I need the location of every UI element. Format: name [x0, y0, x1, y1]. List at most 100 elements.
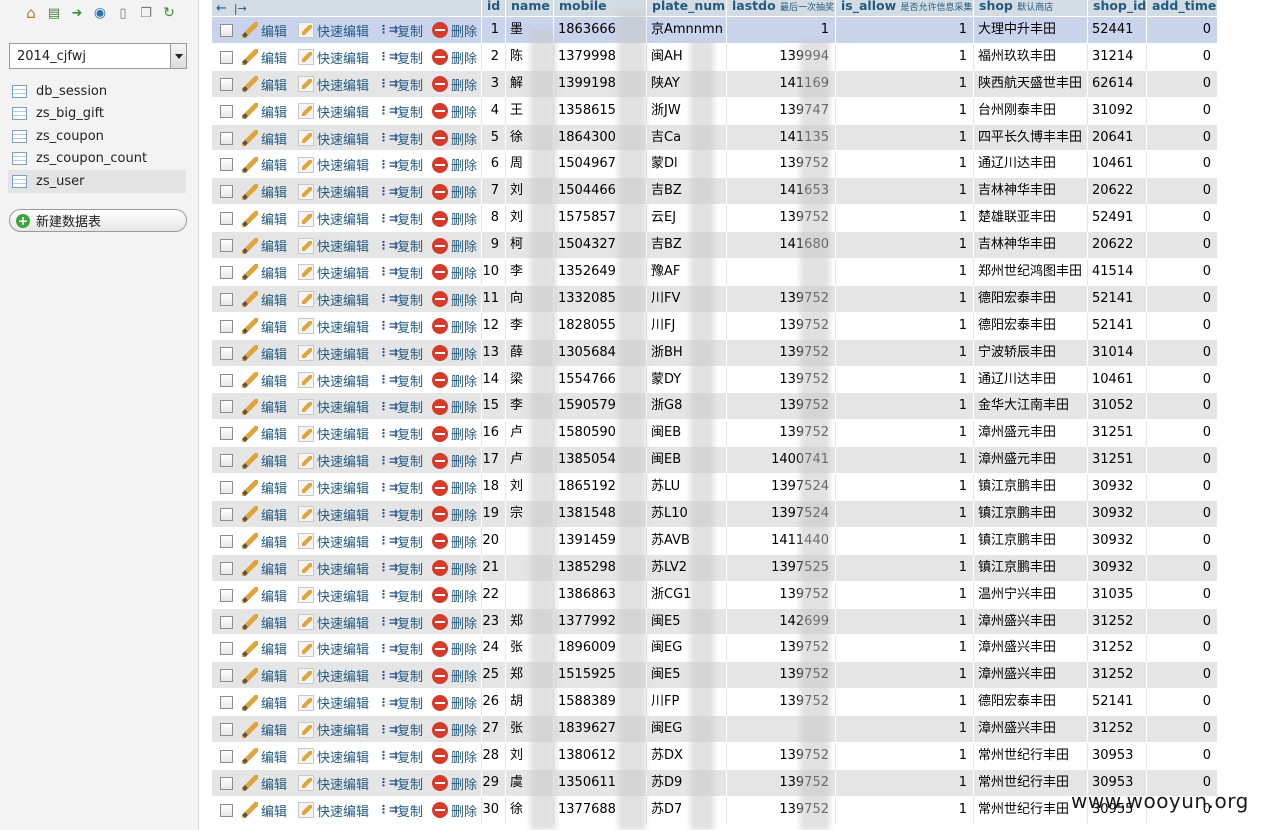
quick-edit-link[interactable]: 快速编辑	[298, 205, 369, 232]
copy-link[interactable]: ⋮⇉ 复制	[378, 393, 423, 420]
table-row[interactable]: 编辑 快速编辑 ⋮⇉ 复制 删除 21 1385298 苏LV2 1397525 1 镇江京鹏丰田 3…	[212, 554, 1217, 582]
copy-link[interactable]: ⋮⇉ 复制	[378, 286, 423, 313]
edit-link[interactable]: 编辑	[242, 689, 287, 716]
delete-link[interactable]: 删除	[432, 635, 477, 662]
table-row[interactable]: 编辑 快速编辑 ⋮⇉ 复制 删除 5 徐 1864300 吉Ca 141135 1 四平长久博丰丰田 2…	[212, 124, 1217, 152]
copy-link[interactable]: ⋮⇉ 复制	[378, 178, 423, 205]
quick-edit-link[interactable]: 快速编辑	[298, 743, 369, 770]
query-icon[interactable]: ◉	[91, 4, 109, 22]
table-item-zs-coupon[interactable]: zs_coupon	[8, 125, 186, 148]
copy-link[interactable]: ⋮⇉ 复制	[378, 98, 423, 125]
edit-link[interactable]: 编辑	[242, 582, 287, 609]
table-row[interactable]: 编辑 快速编辑 ⋮⇉ 复制 删除 2 陈 1379998 闽AH 139994 1 福州玖玖丰田 312…	[212, 43, 1217, 71]
copy-link[interactable]: ⋮⇉ 复制	[378, 420, 423, 447]
delete-link[interactable]: 删除	[432, 313, 477, 340]
copy-icon[interactable]: ❐	[137, 4, 155, 22]
delete-link[interactable]: 删除	[432, 125, 477, 152]
table-row[interactable]: 编辑 快速编辑 ⋮⇉ 复制 删除 12 李 1828055 川FJ 139752 1 德阳宏泰丰田 52…	[212, 312, 1217, 340]
copy-link[interactable]: ⋮⇉ 复制	[378, 609, 423, 636]
edit-link[interactable]: 编辑	[242, 232, 287, 259]
edit-link[interactable]: 编辑	[242, 98, 287, 125]
edit-link[interactable]: 编辑	[242, 501, 287, 528]
delete-link[interactable]: 删除	[432, 178, 477, 205]
delete-link[interactable]: 删除	[432, 555, 477, 582]
delete-link[interactable]: 删除	[432, 797, 477, 824]
edit-link[interactable]: 编辑	[242, 151, 287, 178]
quick-edit-link[interactable]: 快速编辑	[298, 716, 369, 743]
edit-link[interactable]: 编辑	[242, 393, 287, 420]
delete-link[interactable]: 删除	[432, 447, 477, 474]
edit-link[interactable]: 编辑	[242, 259, 287, 286]
table-row[interactable]: 编辑 快速编辑 ⋮⇉ 复制 删除 16 卢 1580590 闽EB 139752 1 漳州盛元丰田 31…	[212, 420, 1217, 448]
home-icon[interactable]: ⌂	[22, 4, 40, 22]
quick-edit-link[interactable]: 快速编辑	[298, 582, 369, 609]
table-row[interactable]: 编辑 快速编辑 ⋮⇉ 复制 删除 1 墨 1863666 京Amnnmn 1 1 大理中升丰田 5244…	[212, 17, 1217, 44]
quick-edit-link[interactable]: 快速编辑	[298, 286, 369, 313]
copy-link[interactable]: ⋮⇉ 复制	[378, 205, 423, 232]
table-row[interactable]: 编辑 快速编辑 ⋮⇉ 复制 删除 17 卢 1385054 闽EB 1400741 1 漳州盛元丰田 3…	[212, 447, 1217, 475]
row-checkbox[interactable]	[220, 669, 233, 683]
delete-link[interactable]: 删除	[432, 393, 477, 420]
row-checkbox[interactable]	[220, 346, 233, 360]
quick-edit-link[interactable]: 快速编辑	[298, 447, 369, 474]
row-checkbox[interactable]	[220, 696, 233, 710]
row-checkbox[interactable]	[220, 508, 233, 522]
table-row[interactable]: 编辑 快速编辑 ⋮⇉ 复制 删除 11 向 1332085 川FV 139752 1 德阳宏泰丰田 52…	[212, 285, 1217, 313]
database-select[interactable]: 2014_cjfwj	[9, 43, 187, 69]
table-row[interactable]: 编辑 快速编辑 ⋮⇉ 复制 删除 25 郑 1515925 闽E5 139752 1 漳州盛兴丰田 31…	[212, 662, 1217, 690]
row-checkbox[interactable]	[220, 319, 233, 333]
row-checkbox[interactable]	[220, 615, 233, 629]
delete-link[interactable]: 删除	[432, 420, 477, 447]
column-header-shop[interactable]: shop 默认商店	[973, 0, 1087, 16]
edit-link[interactable]: 编辑	[242, 609, 287, 636]
edit-link[interactable]: 编辑	[242, 367, 287, 394]
delete-link[interactable]: 删除	[432, 17, 477, 44]
row-checkbox[interactable]	[220, 642, 233, 656]
row-checkbox[interactable]	[220, 24, 233, 37]
table-row[interactable]: 编辑 快速编辑 ⋮⇉ 复制 删除 13 薛 1305684 浙BH 139752 1 宁波轿辰丰田 31…	[212, 339, 1217, 367]
row-checkbox[interactable]	[220, 292, 233, 306]
edit-link[interactable]: 编辑	[242, 125, 287, 152]
table-row[interactable]: 编辑 快速编辑 ⋮⇉ 复制 删除 15 李 1590579 浙G8 139752 1 金华大江南丰田 3…	[212, 393, 1217, 421]
quick-edit-link[interactable]: 快速编辑	[298, 71, 369, 98]
column-header-lastdo[interactable]: lastdo 最后一次抽奖	[726, 0, 835, 16]
copy-link[interactable]: ⋮⇉ 复制	[378, 528, 423, 555]
quick-edit-link[interactable]: 快速编辑	[298, 340, 369, 367]
reload-icon[interactable]: ↻	[160, 4, 178, 22]
quick-edit-link[interactable]: 快速编辑	[298, 635, 369, 662]
table-row[interactable]: 编辑 快速编辑 ⋮⇉ 复制 删除 6 周 1504967 蒙Dl 139752 1 通辽川达丰田 104…	[212, 151, 1217, 179]
copy-link[interactable]: ⋮⇉ 复制	[378, 474, 423, 501]
row-checkbox[interactable]	[220, 534, 233, 548]
quick-edit-link[interactable]: 快速编辑	[298, 313, 369, 340]
copy-link[interactable]: ⋮⇉ 复制	[378, 17, 423, 44]
docs-icon[interactable]: ▯	[114, 4, 132, 22]
edit-link[interactable]: 编辑	[242, 17, 287, 44]
table-row[interactable]: 编辑 快速编辑 ⋮⇉ 复制 删除 7 刘 1504466 吉BZ 141653 1 吉林神华丰田 206…	[212, 178, 1217, 206]
quick-edit-link[interactable]: 快速编辑	[298, 501, 369, 528]
edit-link[interactable]: 编辑	[242, 555, 287, 582]
column-header-plate-num[interactable]: plate_num	[646, 0, 726, 16]
copy-link[interactable]: ⋮⇉ 复制	[378, 743, 423, 770]
table-row[interactable]: 编辑 快速编辑 ⋮⇉ 复制 删除 10 李 1352649 豫AF 1 郑州世纪鸿图丰田 41514 0	[212, 259, 1217, 286]
delete-link[interactable]: 删除	[432, 716, 477, 743]
quick-edit-link[interactable]: 快速编辑	[298, 662, 369, 689]
delete-link[interactable]: 删除	[432, 367, 477, 394]
edit-link[interactable]: 编辑	[242, 44, 287, 71]
row-checkbox[interactable]	[220, 185, 233, 199]
column-header-name[interactable]: name	[505, 0, 553, 16]
row-checkbox[interactable]	[220, 454, 233, 468]
row-checkbox[interactable]	[220, 373, 233, 387]
quick-edit-link[interactable]: 快速编辑	[298, 689, 369, 716]
quick-edit-link[interactable]: 快速编辑	[298, 474, 369, 501]
table-row[interactable]: 编辑 快速编辑 ⋮⇉ 复制 删除 22 1386863 浙CG1 139752 1 温州宁兴丰田 31…	[212, 581, 1217, 609]
quick-edit-link[interactable]: 快速编辑	[298, 98, 369, 125]
edit-link[interactable]: 编辑	[242, 528, 287, 555]
table-row[interactable]: 编辑 快速编辑 ⋮⇉ 复制 删除 14 梁 1554766 蒙DY 139752 1 通辽川达丰田 10…	[212, 366, 1217, 394]
copy-link[interactable]: ⋮⇉ 复制	[378, 689, 423, 716]
delete-link[interactable]: 删除	[432, 501, 477, 528]
edit-link[interactable]: 编辑	[242, 770, 287, 797]
row-checkbox[interactable]	[220, 131, 233, 145]
row-checkbox[interactable]	[220, 158, 233, 172]
edit-link[interactable]: 编辑	[242, 797, 287, 824]
table-row[interactable]: 编辑 快速编辑 ⋮⇉ 复制 删除 9 柯 1504327 吉BZ 141680 1 吉林神华丰田 206…	[212, 232, 1217, 260]
